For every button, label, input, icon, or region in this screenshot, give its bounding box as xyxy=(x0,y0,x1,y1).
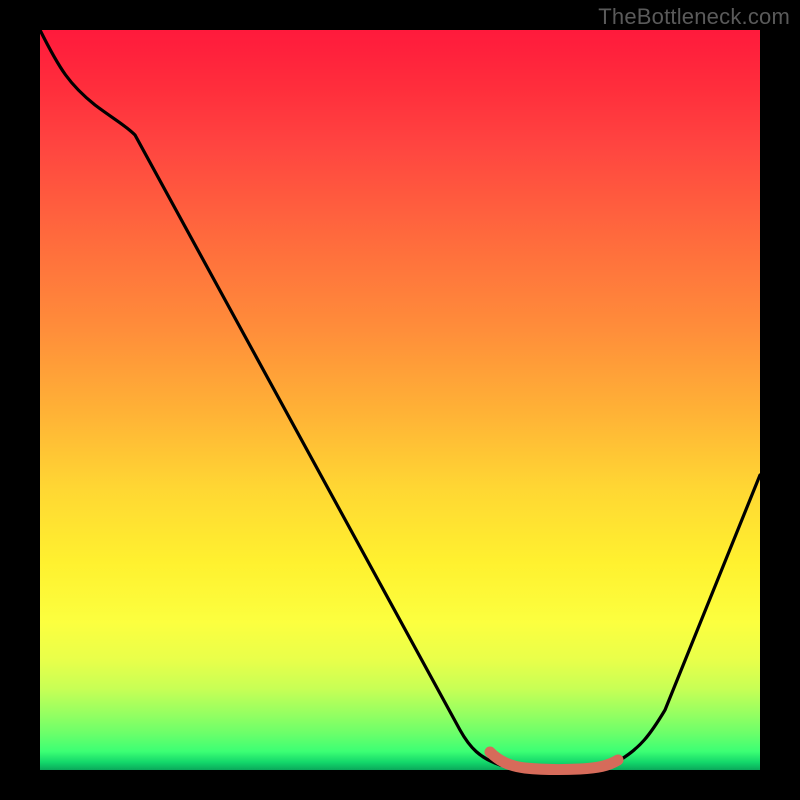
bottleneck-curve xyxy=(40,30,760,770)
plot-gradient-area xyxy=(40,30,760,770)
curve-svg xyxy=(40,30,760,770)
watermark-text: TheBottleneck.com xyxy=(598,4,790,30)
highlight-flat-zone xyxy=(490,752,618,770)
chart-frame: TheBottleneck.com xyxy=(0,0,800,800)
